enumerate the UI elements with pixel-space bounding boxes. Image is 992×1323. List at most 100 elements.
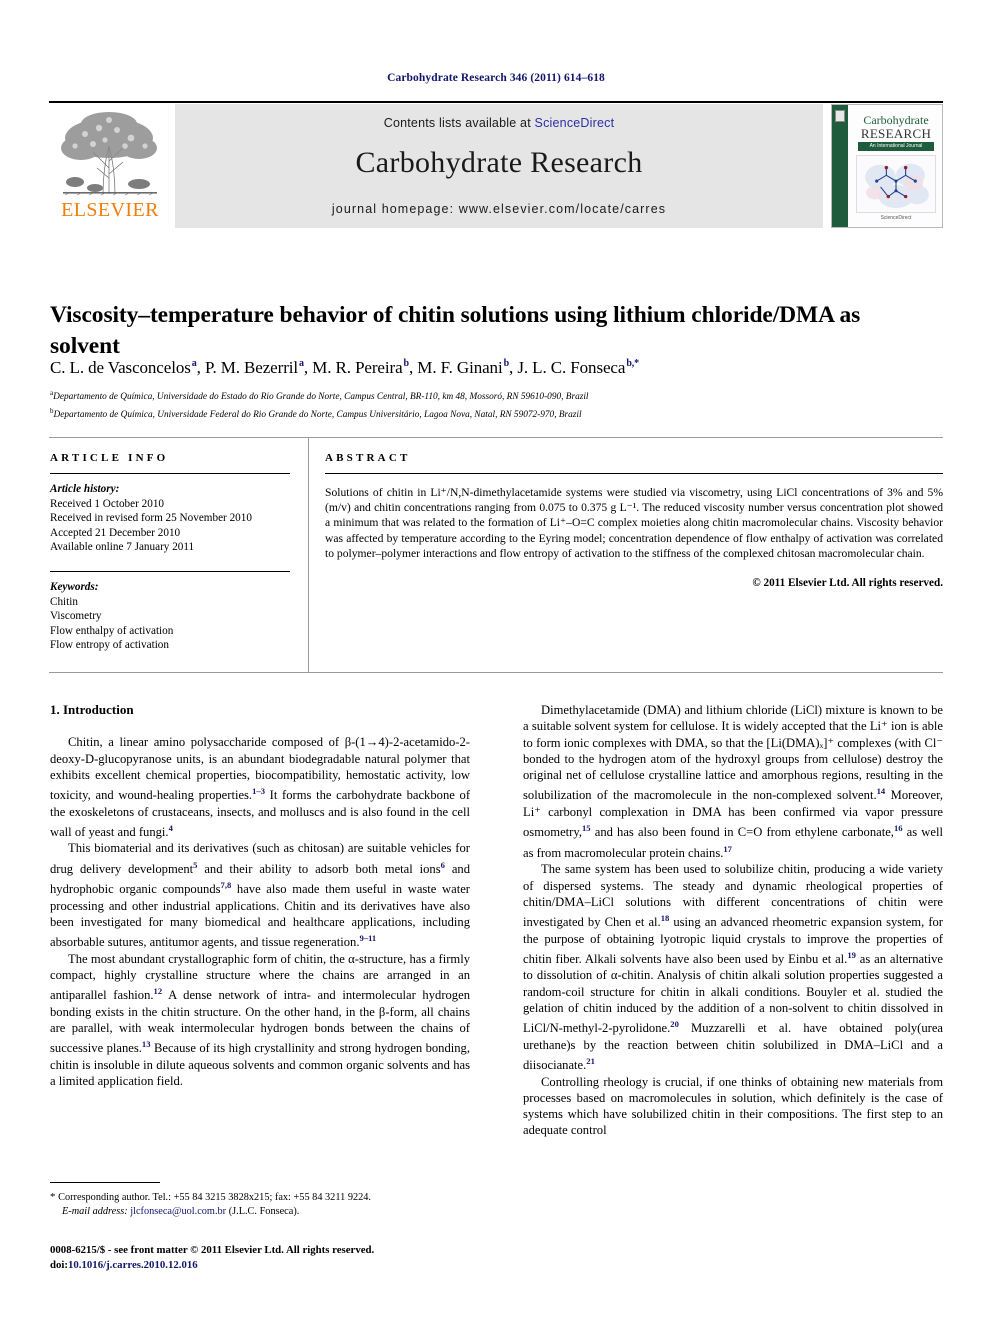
- journal-header-band: ELSEVIER Contents lists available at Sci…: [49, 104, 943, 228]
- email-owner-text: (J.L.C. Fonseca).: [228, 1206, 300, 1217]
- author-name-3: M. F. Ginani: [417, 358, 503, 377]
- footnote-line-2: E-mail address: jlcfonseca@uol.com.br (J…: [50, 1205, 480, 1219]
- citation-ref[interactable]: 7,8: [221, 880, 232, 890]
- keywords-group: Keywords: Chitin Viscometry Flow enthalp…: [50, 580, 290, 653]
- article-info-column: ARTICLE INFO Article history: Received 1…: [50, 452, 290, 653]
- author-list: C. L. de Vasconcelosa, P. M. Bezerrila, …: [50, 358, 910, 378]
- journal-homepage-link[interactable]: journal homepage: www.elsevier.com/locat…: [175, 202, 823, 216]
- paragraph-intro-2: This biomaterial and its derivatives (su…: [50, 841, 470, 950]
- contents-prefix-text: Contents lists available at: [383, 116, 535, 130]
- citation-ref[interactable]: 12: [154, 986, 163, 996]
- keyword-1: Viscometry: [50, 610, 102, 623]
- keywords-rule: [50, 570, 290, 572]
- doi-line: doi:10.1016/j.carres.2010.12.016: [50, 1258, 510, 1273]
- header-grey-panel: Contents lists available at ScienceDirec…: [175, 104, 823, 228]
- citation-ref[interactable]: 6: [441, 860, 445, 870]
- keyword-0: Chitin: [50, 595, 78, 608]
- keyword-2: Flow enthalpy of activation: [50, 624, 174, 637]
- article-page: Carbohydrate Research 346 (2011) 614–618: [0, 0, 992, 1323]
- citation-ref[interactable]: 9–11: [360, 933, 377, 943]
- footnote-corresponding-text: Corresponding author. Tel.: +55 84 3215 …: [58, 1192, 371, 1203]
- contents-available-line: Contents lists available at ScienceDirec…: [175, 116, 823, 130]
- abstract-rule: [325, 473, 943, 474]
- footnote-line-1: * Corresponding author. Tel.: +55 84 321…: [50, 1190, 480, 1205]
- author-sep-1: ,: [303, 358, 313, 377]
- citation-ref[interactable]: 14: [877, 786, 886, 796]
- elsevier-wordmark: ELSEVIER: [61, 199, 159, 221]
- doi-label: doi:: [50, 1258, 68, 1271]
- author-4: J. L. C. Fonsecab,*: [517, 358, 639, 377]
- email-address-link[interactable]: jlcfonseca@uol.com.br: [130, 1206, 226, 1217]
- footnote-rule: [50, 1182, 160, 1183]
- info-band-bottom-rule: [49, 672, 943, 673]
- elsevier-logo: ELSEVIER: [49, 104, 171, 228]
- affiliation-b: bDepartamento de Química, Universidade F…: [50, 405, 930, 423]
- citation-ref[interactable]: 4: [169, 823, 173, 833]
- paragraph-intro-1: Chitin, a linear amino polysaccharide co…: [50, 735, 471, 840]
- paragraph-intro-6: Controlling rheology is crucial, if one …: [523, 1074, 943, 1138]
- colophon: 0008-6215/$ - see front matter © 2011 El…: [50, 1243, 510, 1272]
- citation-ref[interactable]: 15: [582, 823, 591, 833]
- affiliation-a: aDepartamento de Química, Universidade d…: [50, 387, 930, 405]
- abstract-text: Solutions of chitin in Li⁺/N,N-dimethyla…: [325, 486, 943, 560]
- author-affil-mark-4: b,*: [626, 358, 640, 370]
- author-sep-0: ,: [196, 358, 205, 377]
- header-top-rule: [49, 101, 943, 103]
- keyword-3: Flow entropy of activation: [50, 639, 169, 652]
- citation-ref[interactable]: 17: [723, 844, 732, 854]
- journal-title: Carbohydrate Research: [355, 146, 643, 179]
- article-history-item-1: Received in revised form 25 November 201…: [50, 512, 252, 525]
- citation-ref[interactable]: 20: [670, 1019, 679, 1029]
- affiliation-text-a: Departamento de Química, Universidade do…: [53, 392, 589, 403]
- affiliation-text-b: Departamento de Química, Universidade Fe…: [53, 409, 582, 420]
- keywords-label: Keywords:: [50, 580, 99, 593]
- corresponding-author-note: * Corresponding author. Tel.: +55 84 321…: [50, 1190, 480, 1219]
- citation-ref[interactable]: 5: [193, 860, 197, 870]
- article-history-group: Article history: Received 1 October 2010…: [50, 482, 290, 555]
- article-history-item-0: Received 1 October 2010: [50, 497, 165, 510]
- article-info-heading: ARTICLE INFO: [50, 452, 169, 464]
- cover-spine-logo-icon: [835, 110, 845, 122]
- article-history-item-2: Accepted 21 December 2010: [50, 526, 181, 539]
- paragraph-intro-4: Dimethylacetamide (DMA) and lithium chlo…: [523, 703, 943, 860]
- email-address-label: E-mail address:: [62, 1206, 128, 1217]
- page-title: Viscosity–temperature behavior of chitin…: [50, 301, 861, 359]
- abstract-copyright: © 2011 Elsevier Ltd. All rights reserved…: [752, 577, 943, 590]
- author-2: M. R. Pereirab,: [312, 358, 417, 377]
- cover-molecule-icon: [865, 163, 929, 209]
- citation-ref[interactable]: 18: [661, 913, 670, 923]
- author-name-0: C. L. de Vasconcelos: [50, 358, 191, 377]
- journal-cover-thumbnail[interactable]: Carbohydrate RESEARCH An International J…: [831, 104, 943, 228]
- author-name-4: J. L. C. Fonseca: [517, 358, 626, 377]
- elsevier-tree-icon: [61, 112, 157, 196]
- cover-artwork: [856, 155, 936, 213]
- abstract-heading: ABSTRACT: [325, 452, 411, 464]
- author-0: C. L. de Vasconcelosa,: [50, 358, 205, 377]
- citation-ref[interactable]: 16: [894, 823, 903, 833]
- paragraph-intro-5: The same system has been used to solubil…: [523, 862, 944, 1073]
- article-history-label: Article history:: [50, 483, 120, 495]
- issn-front-matter-line: 0008-6215/$ - see front matter © 2011 El…: [50, 1244, 375, 1256]
- cover-subtitle-bar: An International Journal: [858, 142, 934, 151]
- citation-ref[interactable]: 13: [142, 1039, 151, 1049]
- cover-spine: [832, 105, 848, 227]
- doi-link[interactable]: 10.1016/j.carres.2010.12.016: [68, 1259, 198, 1271]
- info-abstract-divider: [308, 437, 309, 673]
- article-history-item-3: Available online 7 January 2011: [50, 541, 195, 554]
- info-band-top-rule: [49, 437, 943, 438]
- paragraph-intro-3: The most abundant crystallographic form …: [50, 951, 470, 1089]
- author-name-1: P. M. Bezerril: [204, 358, 298, 377]
- sciencedirect-link[interactable]: ScienceDirect: [535, 116, 615, 130]
- footnote-asterisk: *: [50, 1191, 56, 1203]
- citation-ref[interactable]: 21: [586, 1056, 595, 1066]
- body-left-column: 1. Introduction Chitin, a linear amino p…: [50, 702, 470, 1090]
- author-1: P. M. Bezerrila,: [205, 358, 312, 377]
- citation-ref[interactable]: 1–3: [252, 786, 265, 796]
- abstract-column: ABSTRACT Solutions of chitin in Li⁺/N,N-…: [325, 452, 943, 589]
- body-right-column: Dimethylacetamide (DMA) and lithium chlo…: [523, 702, 943, 1139]
- article-info-rule: [50, 473, 290, 474]
- cover-title-line2: RESEARCH: [860, 126, 932, 141]
- citation-ref[interactable]: 19: [847, 950, 856, 960]
- cover-footer-text: ScienceDirect: [880, 215, 912, 221]
- author-3: M. F. Ginanib,: [417, 358, 517, 377]
